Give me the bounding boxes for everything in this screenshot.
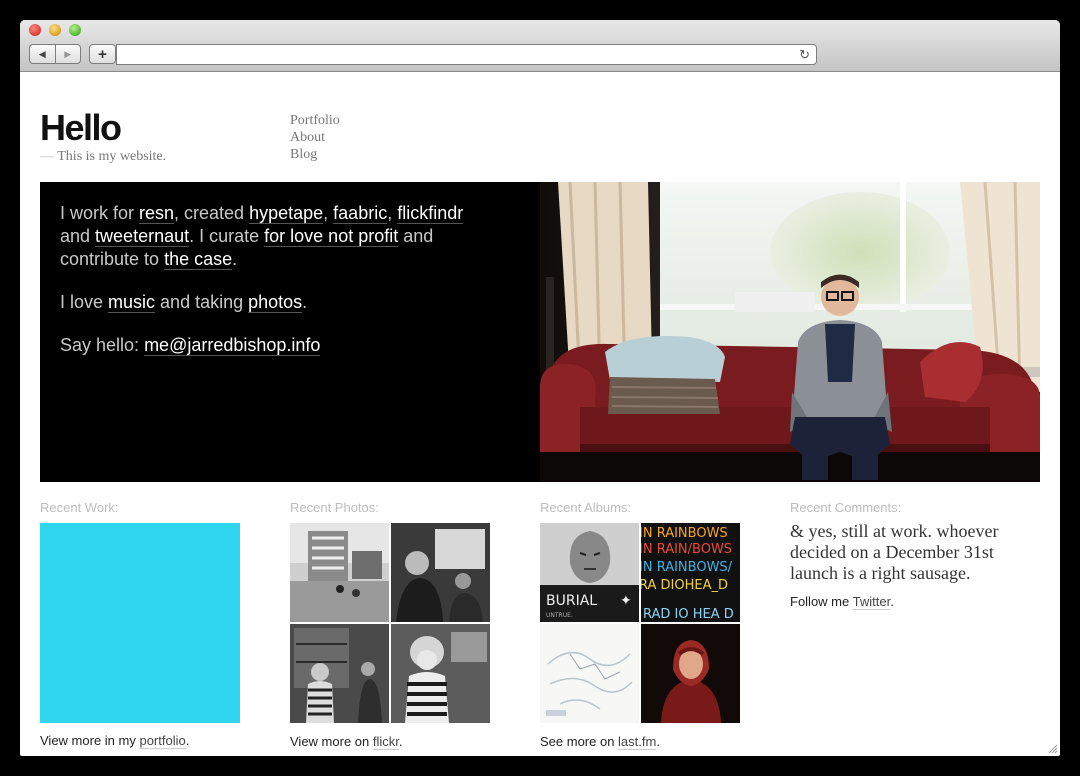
close-window-button[interactable] [29, 24, 41, 36]
photo-thumbnail[interactable] [391, 624, 490, 723]
recent-albums-label: Recent Albums: [540, 500, 632, 515]
portrait-photo [540, 182, 1040, 482]
photo-thumbnail[interactable] [290, 523, 389, 622]
follow-twitter-line: Follow me Twitter. [790, 594, 894, 610]
portfolio-link[interactable]: portfolio [139, 733, 186, 749]
recent-work-label: Recent Work: [40, 500, 119, 515]
recent-comments-label: Recent Comments: [790, 500, 902, 515]
minimize-window-button[interactable] [49, 24, 61, 36]
view-portfolio-line: View more in my portfolio. [40, 733, 190, 749]
reload-icon[interactable]: ↻ [799, 47, 810, 63]
nav-blog-link[interactable]: Blog [290, 146, 340, 163]
recent-comments-section: Recent Comments: & yes, still at work. w… [790, 500, 1040, 610]
recent-albums-section: Recent Albums: BURIAL ✦ UNTRUE. IN RAINB… [540, 500, 740, 750]
hero-banner: I work for resn, created hypetape, faabr… [40, 182, 1040, 482]
rainbows-line: IN RAINBOWS/ [641, 560, 733, 575]
faabric-link[interactable]: faabric [333, 203, 388, 224]
intro-text: I work for resn, created hypetape, faabr… [60, 202, 480, 377]
album-cover-burial-text: BURIAL [546, 593, 597, 609]
site-title: Hello [40, 107, 122, 148]
back-arrow-icon[interactable]: ◀ [30, 45, 55, 63]
nav-portfolio-link[interactable]: Portfolio [290, 112, 340, 129]
for-love-not-profit-link[interactable]: for love not profit [264, 226, 399, 247]
photo-thumbnail[interactable] [391, 523, 490, 622]
photo-thumbnail[interactable] [290, 624, 389, 723]
main-nav: Portfolio About Blog [290, 112, 340, 163]
email-link[interactable]: me@jarredbishop.info [144, 335, 321, 356]
the-case-link[interactable]: the case [164, 249, 233, 270]
lastfm-link[interactable]: last.fm [618, 734, 657, 750]
view-flickr-line: View more on flickr. [290, 734, 403, 750]
tagline: — This is my website. [40, 149, 166, 165]
tweeternaut-link[interactable]: tweeternaut [95, 226, 190, 247]
tagline-dash: — [40, 149, 54, 164]
album-cover-in-rainbows[interactable]: IN RAINBOWS IN RAIN/BOWS IN RAINBOWS/ RA… [641, 523, 740, 622]
photos-link[interactable]: photos [248, 292, 303, 313]
recent-work-section: Recent Work: View more in my portfolio. [40, 500, 240, 749]
forward-arrow-icon[interactable]: ▶ [54, 45, 81, 63]
flickfindr-link[interactable]: flickfindr [397, 203, 464, 224]
recent-photos-section: Recent Photos: View more on flickr. [290, 500, 490, 750]
browser-window: ◀ ▶ + ↻ Hello — This is my website. Port… [20, 20, 1060, 756]
resn-link[interactable]: resn [139, 203, 175, 224]
rainbows-line: IN RAINBOWS [641, 526, 728, 541]
history-buttons: ◀ ▶ [29, 44, 81, 64]
twitter-link[interactable]: Twitter [852, 594, 891, 610]
rainbows-line: RA DIOHEA_D [641, 578, 728, 593]
flickr-link[interactable]: flickr [372, 734, 399, 750]
hypetape-link[interactable]: hypetape [249, 203, 324, 224]
tagline-text: This is my website. [57, 149, 167, 164]
recent-comment-text: & yes, still at work. whoever decided on… [790, 521, 999, 583]
zoom-window-button[interactable] [69, 24, 81, 36]
album-cover-portrait[interactable] [641, 624, 740, 723]
album-cover-burial-subtext: UNTRUE. [546, 612, 573, 619]
see-lastfm-line: See more on last.fm. [540, 734, 660, 750]
browser-toolbar: ◀ ▶ + ↻ [20, 20, 1060, 72]
rainbows-line: IN RAIN/BOWS [641, 542, 732, 557]
intro-paragraph-contact: Say hello: me@jarredbishop.info [60, 335, 321, 356]
album-cover-map[interactable] [540, 624, 639, 723]
resize-grip-icon[interactable] [1048, 744, 1058, 754]
album-cover-burial[interactable]: BURIAL ✦ UNTRUE. [540, 523, 639, 622]
music-link[interactable]: music [108, 292, 156, 313]
web-page: Hello — This is my website. Portfolio Ab… [20, 72, 1060, 756]
intro-paragraph-love: I love music and taking photos. [60, 292, 308, 313]
album-cover-burial-mark: ✦ [620, 593, 632, 609]
add-bookmark-button[interactable]: + [89, 44, 116, 64]
address-bar[interactable]: ↻ [116, 44, 817, 65]
recent-photos-label: Recent Photos: [290, 500, 379, 515]
nav-about-link[interactable]: About [290, 129, 340, 146]
recent-work-thumbnail[interactable] [40, 523, 240, 723]
rainbows-line: RAD IO HEA D [643, 607, 734, 622]
intro-paragraph-work: I work for resn, created hypetape, faabr… [60, 203, 464, 270]
